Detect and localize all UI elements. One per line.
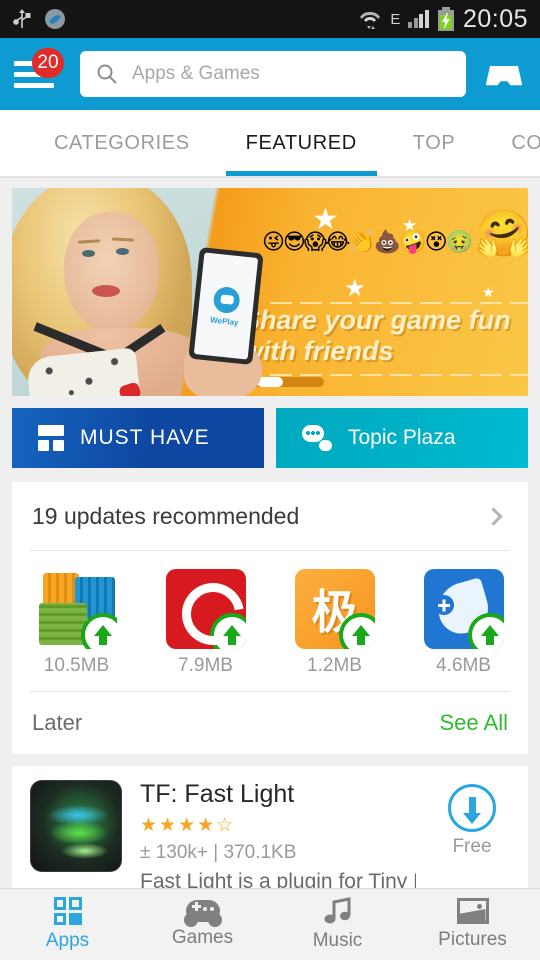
search-placeholder: Apps & Games [132,63,260,84]
nav-item-apps[interactable]: Apps [0,889,135,960]
tab-bar-divider [0,176,540,178]
banner-headline-line2: with friends [242,335,394,366]
star-decoration: ★ [482,284,495,300]
rar-app-icon [36,569,117,649]
update-app-size: 10.5MB [43,655,110,676]
see-all-button[interactable]: See All [440,710,509,736]
weplay-logo-label: WePlay [209,314,239,327]
banner-emoji-row: 😜😎😱😂👏💩🤪😵🤢 [262,229,473,254]
updates-title: 19 updates recommended [32,502,300,529]
download-button[interactable]: Free [434,780,510,896]
status-bar: E 20:05 [0,0,540,38]
gamepad-icon [183,900,222,927]
search-icon [97,64,117,84]
nav-item-pictures[interactable]: Pictures [405,889,540,960]
update-app-size: 1.2MB [307,655,362,676]
rating-stars: ★★★★☆ [140,815,236,836]
red-app-icon [165,569,246,649]
picture-icon [456,898,489,924]
app-list-item-info: TF: Fast Light ★★★★☆ ± 130k+ | 370.1KB F… [140,780,416,896]
wifi-icon [360,11,381,29]
chevron-right-icon [484,506,503,526]
battery-charging-icon [437,7,454,31]
signal-bars-icon [408,10,429,28]
topic-plaza-label: Topic Plaza [348,426,456,449]
app-meta: ± 130k+ | 370.1KB [140,842,297,863]
update-app-size: 7.9MB [178,655,233,676]
must-have-button[interactable]: MUST HAVE [12,408,264,468]
nav-label: Music [312,930,363,951]
blue-dolphin-app-icon [423,569,504,649]
update-badge-icon [209,613,246,649]
banner-headline-line1: Share your game fun [242,305,511,335]
star-decoration: ★ [344,275,366,302]
nav-label: Apps [45,930,90,951]
tab-label: CATEGORIES [54,131,190,154]
banner-model-lips [92,285,120,297]
dolphin-app-icon [45,9,65,29]
app-title: TF: Fast Light [140,780,295,808]
updates-card: 19 updates recommended 10.5MB 7.9MB 极 1.… [12,482,528,754]
download-price-label: Free [452,836,492,857]
banner-model-eye [116,248,129,255]
grid-icon [38,425,64,451]
bottom-navigation: Apps Games Music Pictures [0,888,540,960]
banner-headline: Share your game fun with friends [242,305,528,366]
status-bar-right-icons: E 20:05 [358,5,528,34]
status-bar-left-icons [12,8,66,30]
usb-icon [13,9,31,28]
banner-phone-screen: WePlay [193,252,259,360]
later-row: Later See All [12,692,528,754]
must-have-label: MUST HAVE [80,426,210,449]
weplay-logo-icon [212,285,241,314]
later-label: Later [32,710,83,735]
chat-bubble-icon [302,425,332,451]
promo-banner[interactable]: WePlay 😜😎😱😂👏💩🤪😵🤢 🤗 ★ ★ ★ ★ Share your ga… [12,188,528,396]
hamburger-menu-button[interactable]: 20 [14,48,64,94]
app-list-item[interactable]: TF: Fast Light ★★★★☆ ± 130k+ | 370.1KB F… [12,766,528,896]
update-app-item[interactable]: 极 1.2MB [270,569,399,677]
status-bar-clock: 20:05 [462,4,528,33]
tab-label: COLLECT [511,131,540,154]
banner-model-face [64,212,159,332]
tab-label: TOP [412,131,456,154]
music-note-icon [324,897,350,924]
update-app-item[interactable]: 7.9MB [141,569,270,677]
banner-emoji-large: 🤗 [475,207,528,259]
app-header: 20 Apps & Games [0,38,540,110]
quick-button-row: MUST HAVE Topic Plaza [12,408,528,468]
tf-fast-light-app-icon [30,780,122,872]
tab-label: FEATURED [245,131,357,154]
nav-item-music[interactable]: Music [270,889,405,960]
tab-collections[interactable]: COLLECT [483,110,540,176]
nav-label: Pictures [438,929,507,950]
update-app-size: 4.6MB [436,655,491,676]
menu-notification-badge: 20 [32,48,64,78]
update-app-item[interactable]: 4.6MB [399,569,528,677]
orange-app-icon: 极 [294,569,375,649]
menu-line [14,82,54,88]
banner-dash-line [270,374,528,376]
download-circle-icon [448,784,496,832]
update-apps-row: 10.5MB 7.9MB 极 1.2MB 4.6MB [12,551,528,691]
search-input[interactable]: Apps & Games [80,51,466,97]
update-app-item[interactable]: 10.5MB [12,569,141,677]
banner-dash-line [270,302,528,304]
banner-emoji-strip: 😜😎😱😂👏💩🤪😵🤢 🤗 [262,210,528,256]
inbox-icon[interactable] [482,56,526,92]
network-type-label: E [390,10,401,28]
tab-categories[interactable]: CATEGORIES [26,110,218,176]
app-root: E 20:05 20 Apps & Games CATEGORIES FEATU… [0,0,540,960]
nav-item-games[interactable]: Games [135,889,270,960]
tab-top[interactable]: TOP [385,110,484,176]
updates-header[interactable]: 19 updates recommended [12,482,528,550]
topic-plaza-button[interactable]: Topic Plaza [276,408,528,468]
apps-grid-icon [53,897,82,925]
banner-model-eye [82,250,95,257]
tab-featured[interactable]: FEATURED [218,110,385,176]
tab-bar: CATEGORIES FEATURED TOP COLLECT [0,110,540,176]
banner-phone-mockup: WePlay [188,246,264,366]
nav-label: Games [171,927,234,948]
